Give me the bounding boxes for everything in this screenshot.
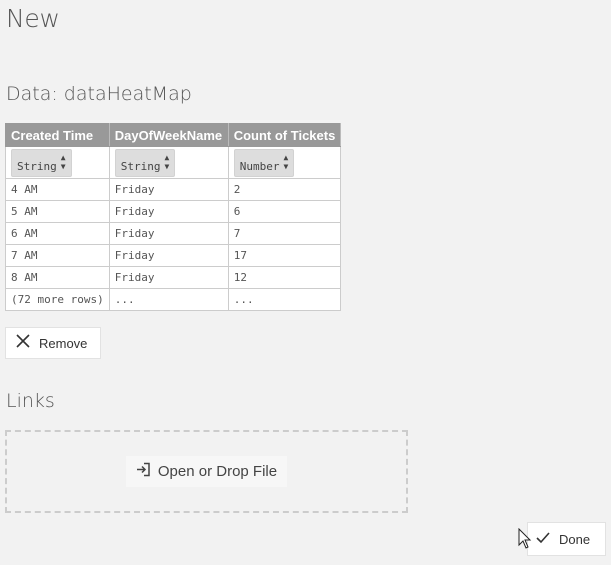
type-label: String <box>120 159 161 173</box>
type-row: String▲ ▼ String▲ ▼ Number▲ ▼ <box>5 146 342 179</box>
file-dropzone[interactable]: Open or Drop File <box>5 430 408 513</box>
done-button[interactable]: Done <box>527 522 606 556</box>
cell-count-of-tickets: 12 <box>227 266 342 289</box>
data-table: Created Time DayOfWeekName Count of Tick… <box>5 123 342 311</box>
type-select-count-of-tickets[interactable]: Number▲ ▼ <box>233 148 295 177</box>
cell-created-time: 7 AM <box>5 244 110 267</box>
cell-count-of-tickets: 7 <box>227 222 342 245</box>
data-heading: Data: dataHeatMap <box>6 83 192 105</box>
check-icon <box>536 531 550 547</box>
open-file-button[interactable]: Open or Drop File <box>125 456 288 487</box>
new-panel: New Data: dataHeatMap Created Time DayOf… <box>0 0 611 565</box>
cell-dayofweekname: Friday <box>108 222 229 245</box>
column-header-dayofweekname: DayOfWeekName <box>108 123 229 147</box>
cell-dayofweekname: Friday <box>108 200 229 223</box>
cell-ellipsis: ... <box>227 288 342 311</box>
done-label: Done <box>559 531 591 547</box>
cell-created-time: 8 AM <box>5 266 110 289</box>
sort-icon: ▲ ▼ <box>283 152 289 171</box>
sort-icon: ▲ ▼ <box>164 152 170 171</box>
table-header-row: Created Time DayOfWeekName Count of Tick… <box>5 123 342 147</box>
table-row: 7 AM Friday 17 <box>5 244 342 267</box>
remove-label: Remove <box>39 335 88 351</box>
links-heading: Links <box>6 390 55 412</box>
type-label: String <box>17 159 57 173</box>
type-select-dayofweekname[interactable]: String▲ ▼ <box>114 148 176 177</box>
table-row: 5 AM Friday 6 <box>5 200 342 223</box>
column-header-created-time: Created Time <box>5 123 110 147</box>
cell-count-of-tickets: 17 <box>227 244 342 267</box>
remove-button[interactable]: Remove <box>5 327 101 359</box>
cell-created-time: 6 AM <box>5 222 110 245</box>
type-cell: Number▲ ▼ <box>227 146 342 179</box>
cell-more-rows: (72 more rows) <box>5 288 110 311</box>
table-row: 4 AM Friday 2 <box>5 178 342 201</box>
cell-ellipsis: ... <box>108 288 229 311</box>
page-title: New <box>6 4 60 33</box>
close-icon <box>16 333 30 353</box>
type-cell: String▲ ▼ <box>108 146 229 179</box>
table-row-more: (72 more rows) ... ... <box>5 288 342 311</box>
type-label: Number <box>239 159 280 173</box>
table-row: 6 AM Friday 7 <box>5 222 342 245</box>
type-select-created-time[interactable]: String▲ ▼ <box>11 148 72 177</box>
file-import-icon <box>136 462 151 481</box>
type-cell: String▲ ▼ <box>5 146 110 179</box>
cell-dayofweekname: Friday <box>108 178 229 201</box>
cell-created-time: 5 AM <box>5 200 110 223</box>
mouse-pointer-icon <box>518 527 532 550</box>
table-row: 8 AM Friday 12 <box>5 266 342 289</box>
cell-count-of-tickets: 2 <box>227 178 342 201</box>
cell-dayofweekname: Friday <box>108 244 229 267</box>
open-file-label: Open or Drop File <box>157 463 278 480</box>
cell-dayofweekname: Friday <box>108 266 229 289</box>
cell-count-of-tickets: 6 <box>227 200 342 223</box>
column-header-count-of-tickets: Count of Tickets <box>227 123 342 147</box>
sort-icon: ▲ ▼ <box>60 152 66 171</box>
cell-created-time: 4 AM <box>5 178 110 201</box>
